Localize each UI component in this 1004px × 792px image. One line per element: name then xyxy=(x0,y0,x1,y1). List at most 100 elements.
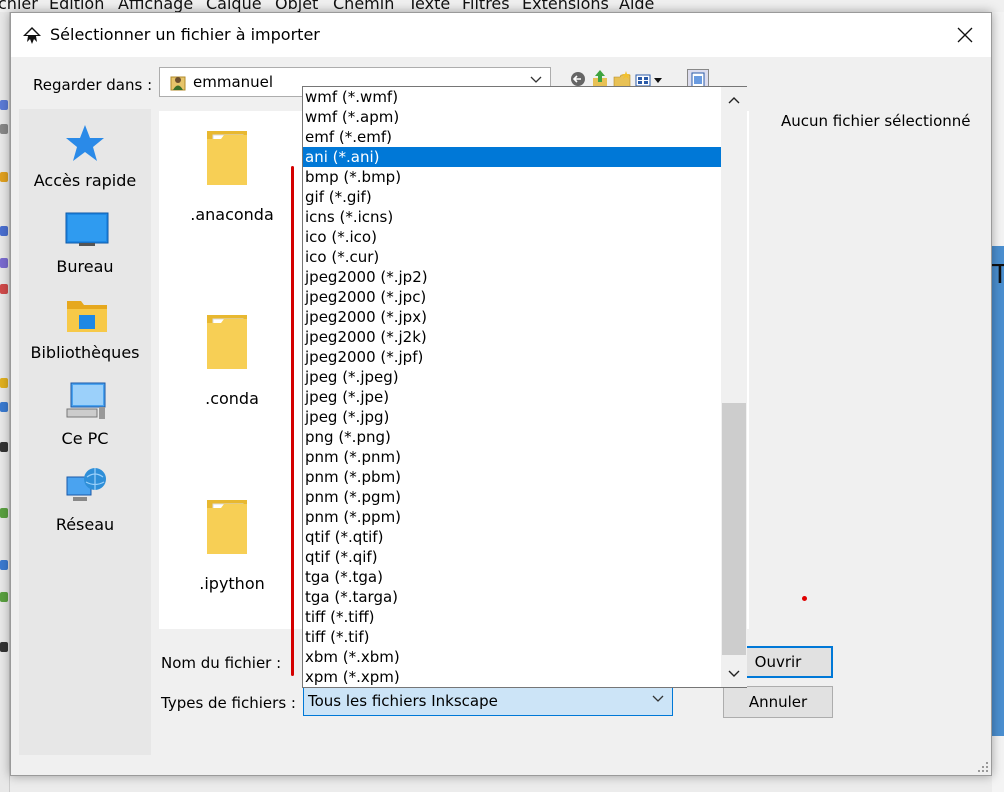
file-name-label: Nom du fichier : xyxy=(161,654,282,672)
places-sidebar: Accès rapide Bureau Bibliothèques Ce PC … xyxy=(19,109,151,755)
background-statusbar xyxy=(10,776,992,792)
dropdown-option[interactable]: ico (*.cur) xyxy=(303,247,721,267)
dropdown-option[interactable]: tga (*.tga) xyxy=(303,567,721,587)
dropdown-option[interactable]: jpeg (*.jpe) xyxy=(303,387,721,407)
resize-grip-icon[interactable] xyxy=(975,759,989,773)
dropdown-option[interactable]: jpeg2000 (*.j2k) xyxy=(303,327,721,347)
folder-item[interactable]: .ipython xyxy=(159,488,279,608)
dropdown-option[interactable]: jpeg (*.jpg) xyxy=(303,407,721,427)
tool-icon[interactable] xyxy=(0,284,8,294)
dropdown-option[interactable]: bmp (*.bmp) xyxy=(303,167,721,187)
tool-icon[interactable] xyxy=(0,258,8,268)
place-label: Bureau xyxy=(56,257,114,276)
dropdown-option[interactable]: jpeg2000 (*.jp2) xyxy=(303,267,721,287)
place-this-pc[interactable]: Ce PC xyxy=(19,381,151,461)
folder-icon xyxy=(203,494,251,558)
place-desktop[interactable]: Bureau xyxy=(19,209,151,289)
dropdown-option[interactable]: emf (*.emf) xyxy=(303,127,721,147)
dropdown-option[interactable]: tga (*.targa) xyxy=(303,587,721,607)
menu-affichage[interactable]: Affichage xyxy=(118,0,193,12)
dialog-title: Sélectionner un fichier à importer xyxy=(50,25,320,44)
dropdown-option[interactable]: wmf (*.apm) xyxy=(303,107,721,127)
file-types-value: Tous les fichiers Inkscape xyxy=(308,692,498,710)
background-menubar: chier Édition Affichage Calque Objet Che… xyxy=(0,0,1004,12)
dropdown-items: wmf (*.wmf) wmf (*.apm) emf (*.emf) ani (*.… xyxy=(303,87,721,687)
network-icon xyxy=(65,467,106,507)
dropdown-option[interactable]: qtif (*.qtif) xyxy=(303,527,721,547)
place-label: Ce PC xyxy=(61,429,109,448)
tool-icon[interactable] xyxy=(0,442,8,452)
tool-icon[interactable] xyxy=(0,560,8,570)
place-quick-access[interactable]: Accès rapide xyxy=(19,123,151,203)
dropdown-option[interactable]: pnm (*.ppm) xyxy=(303,507,721,527)
dropdown-option[interactable]: wmf (*.wmf) xyxy=(303,87,721,107)
file-types-combo[interactable]: Tous les fichiers Inkscape xyxy=(303,686,673,716)
dialog-titlebar: Sélectionner un fichier à importer xyxy=(11,13,991,57)
scroll-up-button[interactable] xyxy=(721,87,747,113)
background-canvas-edge: T xyxy=(992,12,1004,792)
folder-item[interactable]: .conda xyxy=(159,303,279,423)
place-label: Bibliothèques xyxy=(30,343,140,362)
tool-icon[interactable] xyxy=(0,508,8,518)
place-label: Réseau xyxy=(55,515,115,534)
annotation-line xyxy=(291,166,294,676)
dropdown-option[interactable]: tiff (*.tiff) xyxy=(303,607,721,627)
chevron-down-icon xyxy=(530,76,542,83)
menu-extensions[interactable]: Extensions xyxy=(522,0,609,12)
tool-icon[interactable] xyxy=(0,592,8,602)
folder-item[interactable]: .anaconda xyxy=(159,119,279,239)
scroll-down-button[interactable] xyxy=(721,661,747,687)
computer-icon xyxy=(65,381,106,421)
dropdown-option[interactable]: xbm (*.xbm) xyxy=(303,647,721,667)
dropdown-option[interactable]: jpeg (*.jpeg) xyxy=(303,367,721,387)
dropdown-option[interactable]: jpeg2000 (*.jpf) xyxy=(303,347,721,367)
dropdown-option[interactable]: gif (*.gif) xyxy=(303,187,721,207)
dropdown-option[interactable]: xpm (*.xpm) xyxy=(303,667,721,687)
chevron-down-icon xyxy=(728,670,740,677)
place-libraries[interactable]: Bibliothèques xyxy=(19,295,151,375)
dropdown-option[interactable]: jpeg2000 (*.jpc) xyxy=(303,287,721,307)
desktop-icon xyxy=(65,209,109,249)
menu-calque[interactable]: Calque xyxy=(206,0,262,12)
dropdown-option[interactable]: png (*.png) xyxy=(303,427,721,447)
close-button[interactable] xyxy=(949,20,981,50)
tool-icon[interactable] xyxy=(0,100,8,110)
menu-aide[interactable]: Aide xyxy=(619,0,654,12)
folder-icon xyxy=(203,125,251,189)
dropdown-option[interactable]: icns (*.icns) xyxy=(303,207,721,227)
menu-filtres[interactable]: Filtres xyxy=(462,0,510,12)
inkscape-icon xyxy=(21,25,43,47)
menu-edition[interactable]: Édition xyxy=(49,0,104,12)
look-in-value: emmanuel xyxy=(193,73,274,91)
preview-status: Aucun fichier sélectionné xyxy=(781,112,971,130)
dropdown-option[interactable]: tiff (*.tif) xyxy=(303,627,721,647)
menu-texte[interactable]: Texte xyxy=(408,0,450,12)
scrollbar-thumb[interactable] xyxy=(722,403,746,655)
dropdown-option[interactable]: jpeg2000 (*.jpx) xyxy=(303,307,721,327)
tool-icon[interactable] xyxy=(0,124,8,134)
dropdown-option[interactable]: ico (*.ico) xyxy=(303,227,721,247)
look-in-label: Regarder dans : xyxy=(33,76,153,94)
dropdown-option[interactable]: qtif (*.qif) xyxy=(303,547,721,567)
cancel-button[interactable]: Annuler xyxy=(723,686,833,718)
file-type-dropdown-list[interactable]: wmf (*.wmf) wmf (*.apm) emf (*.emf) ani (*.… xyxy=(302,86,747,688)
tool-icon[interactable] xyxy=(0,378,8,388)
menu-chemin[interactable]: Chemin xyxy=(333,0,394,12)
dropdown-option[interactable]: ani (*.ani) xyxy=(303,147,721,167)
tool-icon[interactable] xyxy=(0,226,8,236)
place-network[interactable]: Réseau xyxy=(19,467,151,547)
chevron-up-icon xyxy=(728,97,740,104)
dropdown-scrollbar[interactable] xyxy=(721,87,747,687)
menu-objet[interactable]: Objet xyxy=(275,0,318,12)
tool-icon[interactable] xyxy=(0,172,8,182)
dropdown-option[interactable]: pnm (*.pbm) xyxy=(303,467,721,487)
user-folder-icon xyxy=(170,73,186,91)
folder-icon xyxy=(203,309,251,373)
libraries-icon xyxy=(65,295,107,335)
menu-fichier[interactable]: chier xyxy=(0,0,38,12)
chevron-down-icon xyxy=(652,695,664,702)
tool-icon[interactable] xyxy=(0,402,8,412)
dropdown-option[interactable]: pnm (*.pgm) xyxy=(303,487,721,507)
tool-icon[interactable] xyxy=(0,642,8,652)
dropdown-option[interactable]: pnm (*.pnm) xyxy=(303,447,721,467)
